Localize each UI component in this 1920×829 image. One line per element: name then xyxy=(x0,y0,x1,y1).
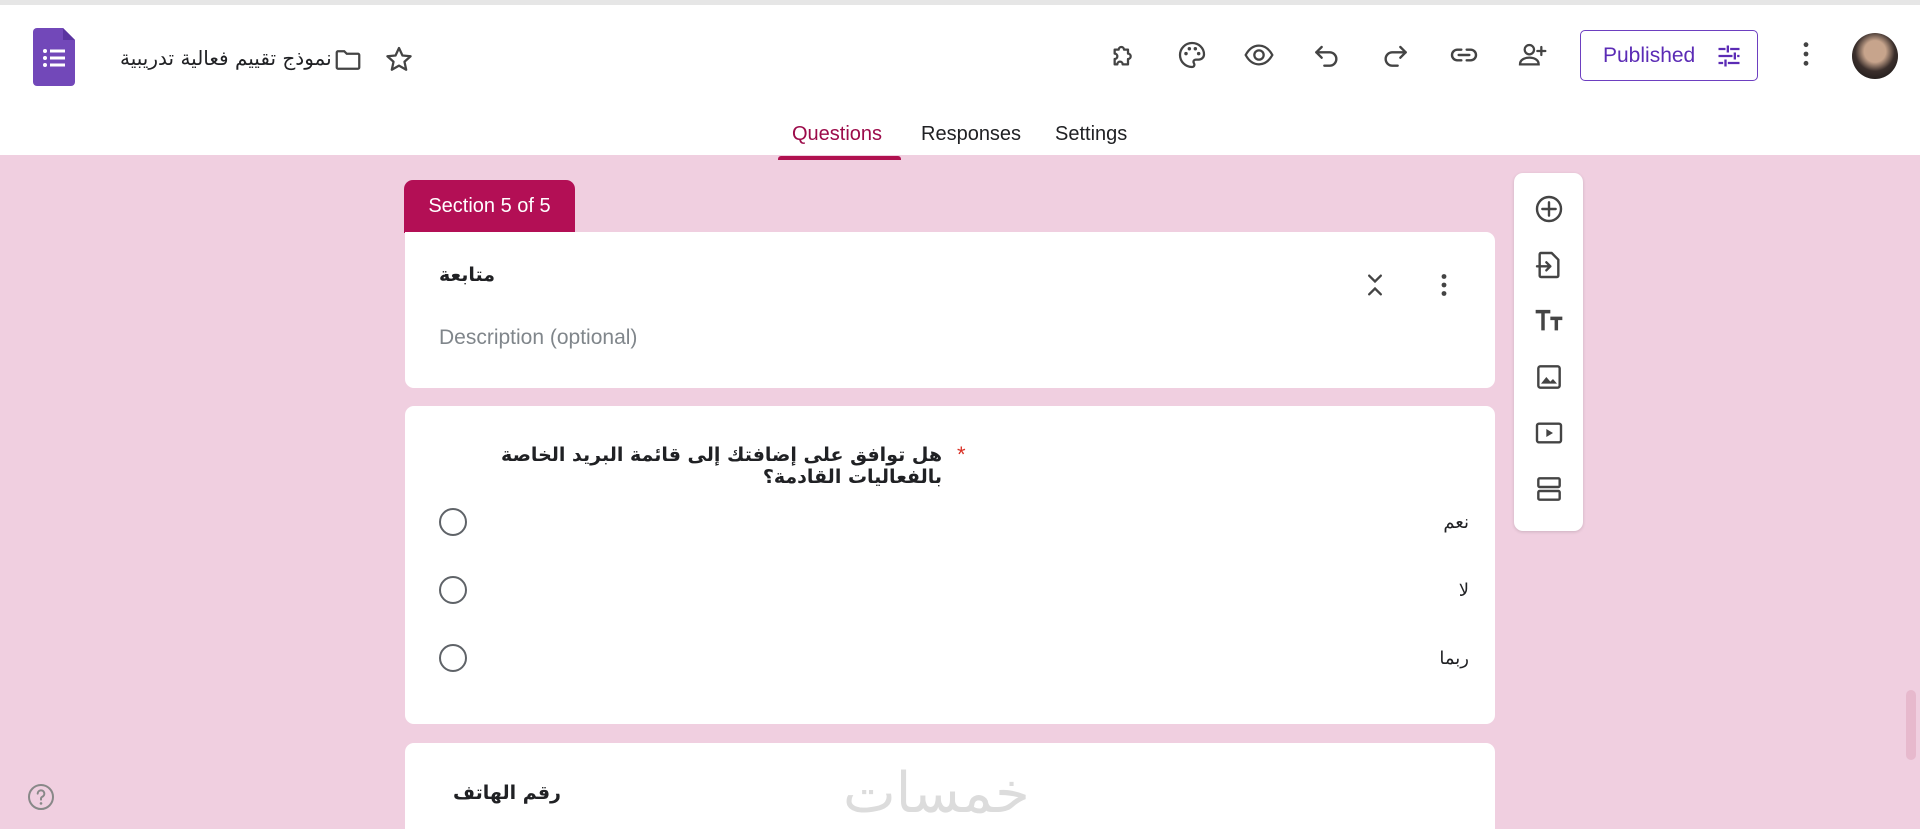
required-asterisk: * xyxy=(957,442,966,467)
watermark: خمسات xyxy=(843,761,1030,826)
link-icon[interactable] xyxy=(1446,37,1482,73)
settings-sliders-icon xyxy=(1718,45,1740,66)
tab-questions[interactable]: Questions xyxy=(792,123,882,146)
tab-responses[interactable]: Responses xyxy=(921,123,1021,146)
palette-icon[interactable] xyxy=(1174,37,1210,73)
collapse-section-icon[interactable] xyxy=(1361,268,1389,302)
import-questions-icon[interactable] xyxy=(1531,247,1567,283)
tab-settings[interactable]: Settings xyxy=(1055,123,1127,146)
radio-button[interactable] xyxy=(439,576,467,604)
app-header: نموذج تقييم فعالية تدريبية Published Que… xyxy=(0,5,1920,160)
section-header-card[interactable]: متابعة Description (optional) xyxy=(405,232,1495,388)
question-card[interactable]: * هل توافق على إضافتك إلى قائمة البريد ا… xyxy=(405,406,1495,724)
forms-logo-icon[interactable] xyxy=(33,28,75,86)
radio-button[interactable] xyxy=(439,644,467,672)
folder-icon[interactable] xyxy=(332,45,364,75)
add-video-icon[interactable] xyxy=(1531,415,1567,451)
star-icon[interactable] xyxy=(383,44,415,76)
next-question-card[interactable]: خمسات رقم الهاتف xyxy=(405,743,1495,829)
choice-option[interactable]: لا xyxy=(439,576,1469,606)
question-title[interactable]: هل توافق على إضافتك إلى قائمة البريد الخ… xyxy=(405,444,942,488)
scrollbar-thumb[interactable] xyxy=(1906,690,1916,760)
add-title-icon[interactable] xyxy=(1531,303,1567,339)
addons-icon[interactable] xyxy=(1106,37,1142,73)
floating-toolbar xyxy=(1514,173,1583,531)
add-collaborator-icon[interactable] xyxy=(1514,37,1550,73)
section-title[interactable]: متابعة xyxy=(439,264,495,286)
published-button[interactable]: Published xyxy=(1580,30,1758,81)
form-title[interactable]: نموذج تقييم فعالية تدريبية xyxy=(120,46,332,70)
option-label: نعم xyxy=(1443,512,1469,533)
section-tag: Section 5 of 5 xyxy=(404,180,575,233)
choice-option[interactable]: ربما xyxy=(439,644,1469,674)
help-icon[interactable] xyxy=(25,781,57,813)
user-avatar[interactable] xyxy=(1852,33,1898,79)
option-label: ربما xyxy=(1439,648,1469,669)
question-title[interactable]: رقم الهاتف xyxy=(453,782,561,804)
undo-icon[interactable] xyxy=(1309,37,1345,73)
more-options-icon[interactable] xyxy=(1790,38,1822,70)
add-question-icon[interactable] xyxy=(1531,191,1567,227)
published-label: Published xyxy=(1603,43,1696,67)
radio-button[interactable] xyxy=(439,508,467,536)
section-more-icon[interactable] xyxy=(1429,268,1459,302)
section-description-field[interactable]: Description (optional) xyxy=(439,326,637,350)
add-image-icon[interactable] xyxy=(1531,359,1567,395)
add-section-icon[interactable] xyxy=(1531,471,1567,507)
option-label: لا xyxy=(1458,580,1469,601)
redo-icon[interactable] xyxy=(1377,37,1413,73)
preview-eye-icon[interactable] xyxy=(1241,37,1277,73)
choice-option[interactable]: نعم xyxy=(439,508,1469,538)
active-tab-indicator xyxy=(778,156,901,160)
